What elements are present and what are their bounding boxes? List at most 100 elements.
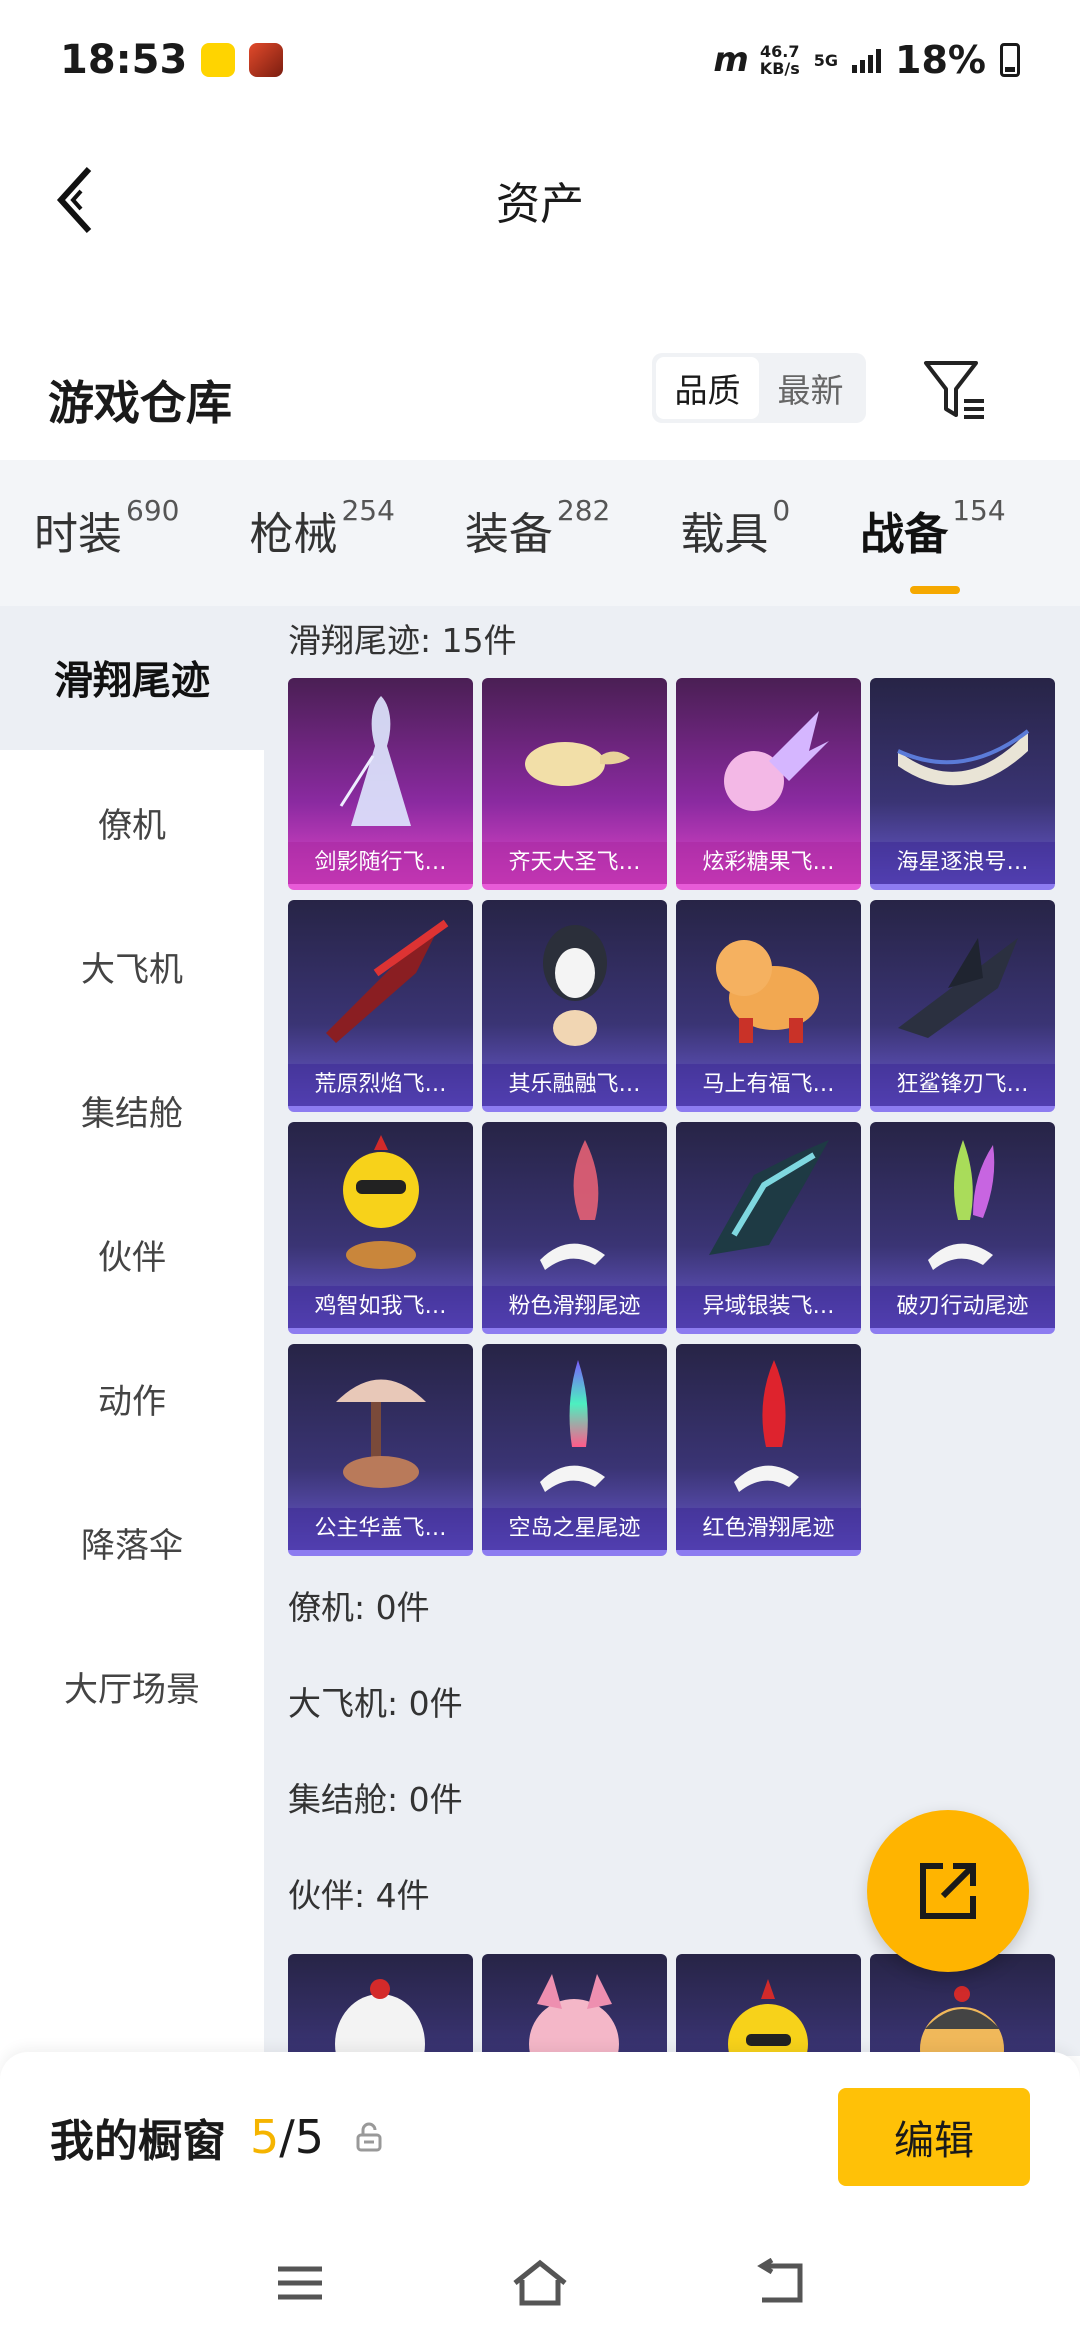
item-image (870, 1122, 1055, 1288)
item-image (676, 900, 861, 1066)
item-image (482, 1344, 667, 1510)
section-title-big-plane: 大飞机: 0件 (288, 1684, 463, 1723)
item-card[interactable]: 空岛之星尾迹 (482, 1344, 667, 1556)
item-card[interactable]: 破刃行动尾迹 (870, 1122, 1055, 1334)
item-image (482, 900, 667, 1066)
sidebar: 滑翔尾迹 僚机 大飞机 集结舱 伙伴 动作 降落伞 大厅场景 (0, 606, 264, 2056)
item-card[interactable]: 荒原烈焰飞… (288, 900, 473, 1112)
item-card[interactable]: 马上有福飞… (676, 900, 861, 1112)
return-icon (757, 2258, 803, 2303)
item-card[interactable]: 海星逐浪号… (870, 678, 1055, 890)
showcase-title: 我的橱窗 (50, 2116, 226, 2167)
showcase-bar: 我的橱窗 5/5 编辑 (0, 2052, 1080, 2222)
item-card[interactable]: 炫彩糖果飞… (676, 678, 861, 890)
item-name: 空岛之星尾迹 (482, 1508, 667, 1550)
item-name: 公主华盖飞… (288, 1508, 473, 1550)
nav-menu-button[interactable] (265, 2248, 335, 2318)
section-title-glide-trail: 滑翔尾迹: 15件 (288, 621, 517, 660)
home-icon (513, 2259, 567, 2306)
status-time: 18:53 (60, 37, 188, 83)
filter-icon (924, 361, 984, 419)
back-button[interactable] (40, 160, 110, 240)
item-card[interactable] (482, 1954, 667, 2054)
tab-count: 0 (772, 494, 791, 527)
item-name: 鸡智如我飞… (288, 1286, 473, 1328)
item-image (288, 678, 473, 844)
title-bar: 资产 (0, 130, 1080, 270)
tab-count: 690 (126, 494, 180, 527)
item-name: 马上有福飞… (676, 1064, 861, 1106)
tab-label: 时装 (34, 509, 122, 560)
tab-guns[interactable]: 枪械 254 (249, 494, 394, 568)
sidebar-item-lobby-scene[interactable]: 大厅场景 (0, 1614, 264, 1758)
item-card[interactable]: 其乐融融飞… (482, 900, 667, 1112)
showcase-count: 5/5 (250, 2110, 324, 2164)
sidebar-item-partner[interactable]: 伙伴 (0, 1182, 264, 1326)
item-name: 粉色滑翔尾迹 (482, 1286, 667, 1328)
sidebar-item-glide-trail[interactable]: 滑翔尾迹 (0, 606, 264, 750)
item-name: 荒原烈焰飞… (288, 1064, 473, 1106)
item-name: 剑影随行飞… (288, 842, 473, 884)
sort-toggle: 品质 最新 (652, 353, 866, 423)
tab-battle-gear[interactable]: 战备 154 (860, 494, 1006, 594)
item-card[interactable]: 剑影随行飞… (288, 678, 473, 890)
sidebar-item-wingman[interactable]: 僚机 (0, 750, 264, 894)
item-image (676, 678, 861, 844)
item-name: 齐天大圣飞… (482, 842, 667, 884)
tab-label: 载具 (680, 509, 769, 560)
tab-label: 装备 (464, 509, 553, 560)
item-card[interactable] (676, 1954, 861, 2054)
nav-home-button[interactable] (505, 2248, 575, 2318)
sidebar-item-assembly-pod[interactable]: 集结舱 (0, 1038, 264, 1182)
sort-newest-button[interactable]: 最新 (759, 357, 862, 419)
menu-icon (278, 2266, 322, 2300)
item-name: 海星逐浪号… (870, 842, 1055, 884)
sidebar-item-emote[interactable]: 动作 (0, 1326, 264, 1470)
category-tabs: 时装 690 枪械 254 装备 282 载具 0 战备 154 (0, 460, 1080, 606)
item-card[interactable]: 齐天大圣飞… (482, 678, 667, 890)
item-image (288, 1344, 473, 1510)
item-card[interactable] (288, 1954, 473, 2054)
lock-icon (356, 2122, 382, 2152)
warehouse-header: 游戏仓库 品质 最新 (0, 345, 1080, 455)
brand-logo-icon: m (713, 40, 748, 80)
game-notification-icon (249, 43, 284, 77)
item-card[interactable]: 粉色滑翔尾迹 (482, 1122, 667, 1334)
battery-percent: 18% (895, 38, 986, 82)
item-card[interactable]: 鸡智如我飞… (288, 1122, 473, 1334)
tab-vehicles[interactable]: 载具 0 (680, 494, 790, 568)
filter-button[interactable] (920, 355, 990, 425)
sidebar-item-parachute[interactable]: 降落伞 (0, 1470, 264, 1614)
network-speed: 46.7 KB/s (760, 43, 800, 77)
item-card[interactable]: 异域银装飞… (676, 1122, 861, 1334)
external-link-icon (920, 1863, 976, 1919)
status-bar: 18:53 m 46.7 KB/s 5G 18% (0, 0, 1080, 120)
edit-button[interactable]: 编辑 (838, 2088, 1030, 2186)
tab-fashion[interactable]: 时装 690 (34, 494, 179, 568)
item-card[interactable]: 红色滑翔尾迹 (676, 1344, 861, 1556)
share-button[interactable] (867, 1810, 1029, 1972)
item-card[interactable]: 狂鲨锋刃飞… (870, 900, 1055, 1112)
tab-label: 战备 (860, 509, 949, 560)
item-card[interactable]: 公主华盖飞… (288, 1344, 473, 1556)
showcase-total: /5 (279, 2110, 325, 2164)
page-title: 资产 (496, 179, 584, 230)
nav-back-button[interactable] (745, 2248, 815, 2318)
warehouse-title: 游戏仓库 (48, 376, 232, 430)
item-image (676, 1122, 861, 1288)
tab-count: 154 (952, 494, 1006, 527)
item-name: 破刃行动尾迹 (870, 1286, 1055, 1328)
tab-count: 254 (341, 494, 395, 527)
sidebar-item-big-plane[interactable]: 大飞机 (0, 894, 264, 1038)
section-title-wingman: 僚机: 0件 (288, 1588, 430, 1627)
item-image (676, 1344, 861, 1510)
tab-equipment[interactable]: 装备 282 (464, 494, 610, 568)
glide-trail-grid: 剑影随行飞… 齐天大圣飞… 炫彩糖果飞… 海星逐浪号… 荒原烈焰飞… 其乐融融飞… (288, 678, 1080, 1556)
item-name: 其乐融融飞… (482, 1064, 667, 1106)
sort-quality-button[interactable]: 品质 (656, 357, 759, 419)
item-name: 红色滑翔尾迹 (676, 1508, 861, 1550)
network-speed-unit: KB/s (759, 59, 800, 78)
item-image (482, 678, 667, 844)
item-name: 异域银装飞… (676, 1286, 861, 1328)
back-arrow-icon (56, 166, 92, 234)
